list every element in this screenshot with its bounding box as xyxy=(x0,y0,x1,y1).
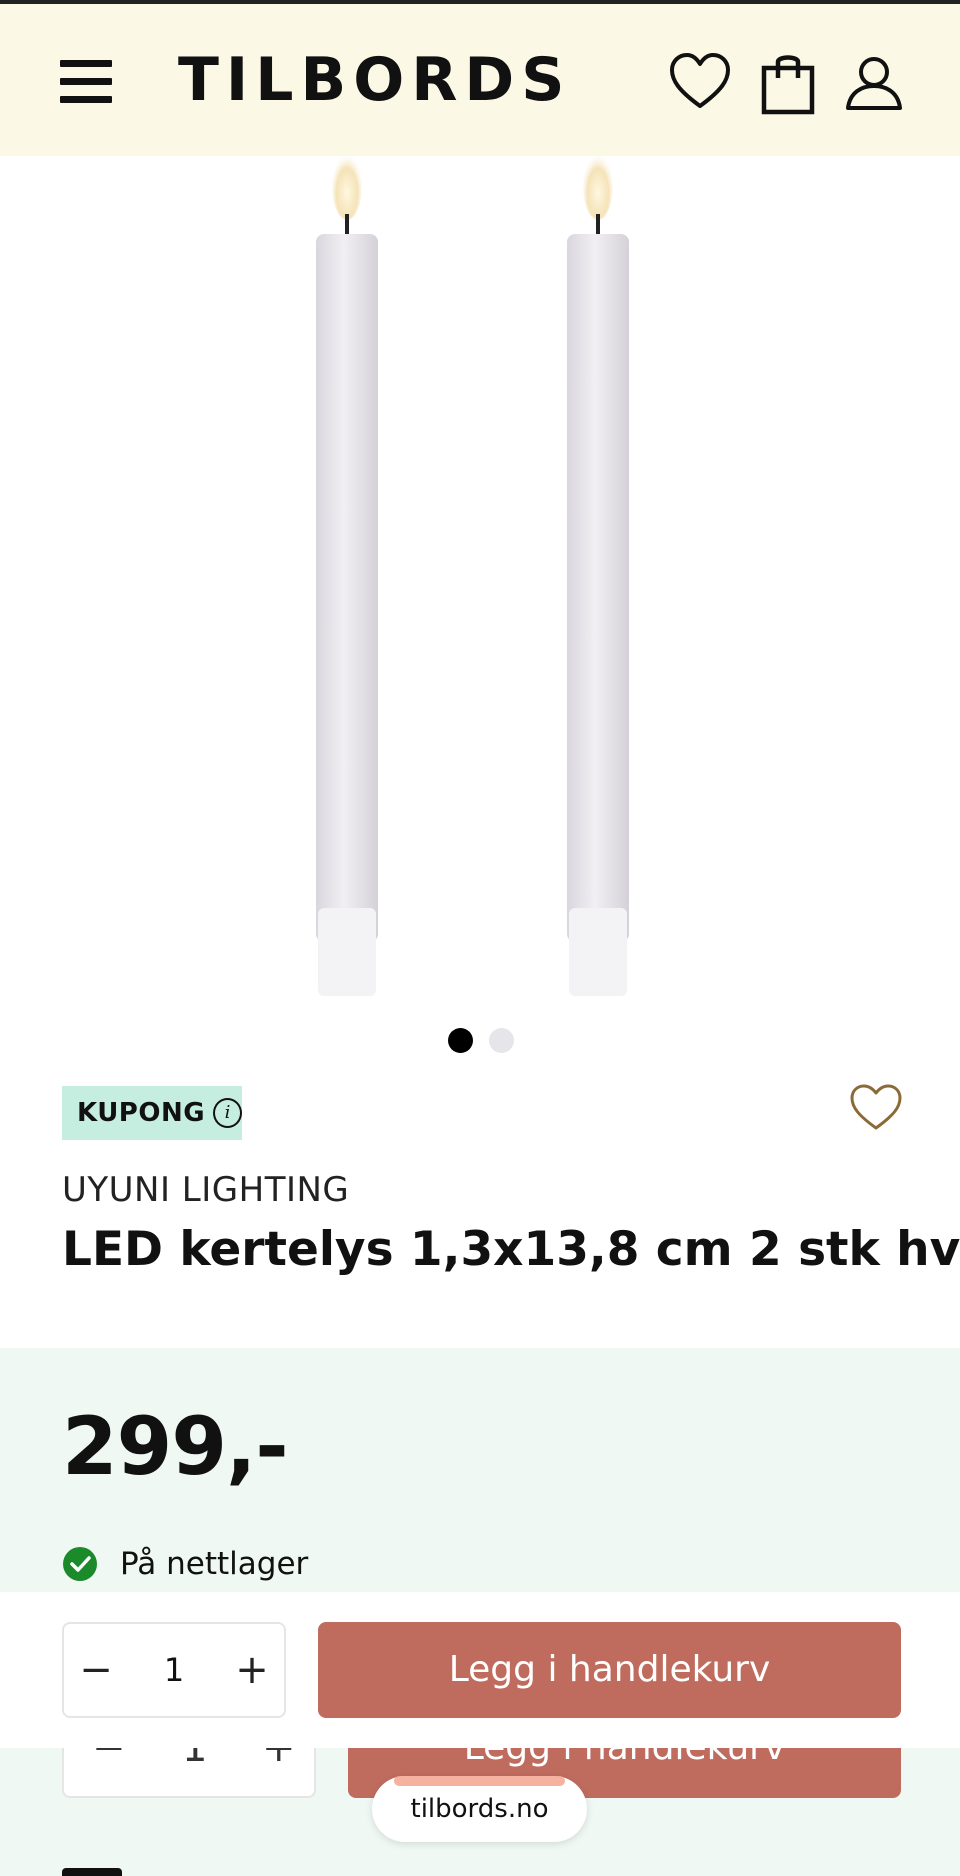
truck-icon xyxy=(62,1868,122,1876)
decrement-button[interactable]: − xyxy=(64,1624,128,1716)
quantity-value[interactable]: 1 xyxy=(128,1624,220,1716)
gallery-dot-1[interactable] xyxy=(448,1028,473,1053)
candle-image xyxy=(316,152,629,996)
site-logo[interactable]: TILBORDS xyxy=(178,40,571,120)
increment-button[interactable]: + xyxy=(220,1624,284,1716)
gallery-pagination xyxy=(0,1028,960,1054)
stock-status: På nettlager xyxy=(62,1546,308,1582)
gallery-dot-2[interactable] xyxy=(489,1028,514,1053)
browser-url-pill[interactable]: tilbords.no xyxy=(372,1776,587,1842)
add-to-cart-button[interactable]: Legg i handlekurv xyxy=(318,1622,901,1718)
inline-increment-button[interactable]: + xyxy=(262,1748,296,1796)
stock-status-text: På nettlager xyxy=(120,1546,309,1582)
site-header: TILBORDS xyxy=(0,4,960,156)
product-price: 299,- xyxy=(62,1400,289,1493)
coupon-badge[interactable]: KUPONG i xyxy=(62,1086,242,1140)
coupon-badge-label: KUPONG xyxy=(77,1098,206,1128)
hamburger-menu-icon[interactable] xyxy=(60,60,112,104)
product-title: LED kertelys 1,3x13,8 cm 2 stk hvit xyxy=(62,1222,960,1277)
user-icon[interactable] xyxy=(842,50,906,118)
product-brand[interactable]: UYUNI LIGHTING xyxy=(62,1170,349,1210)
check-circle-icon xyxy=(63,1547,97,1581)
product-image[interactable] xyxy=(0,152,960,1016)
quantity-stepper: − 1 + xyxy=(62,1622,286,1718)
heart-icon[interactable] xyxy=(668,50,732,118)
inline-decrement-button[interactable]: − xyxy=(92,1748,126,1796)
favorite-heart-icon[interactable] xyxy=(848,1082,904,1134)
info-icon[interactable]: i xyxy=(213,1098,242,1128)
inline-quantity-value[interactable]: 1 xyxy=(182,1748,207,1796)
inline-quantity-stepper: − 1 + xyxy=(62,1748,316,1798)
shopping-bag-icon[interactable] xyxy=(756,50,820,118)
